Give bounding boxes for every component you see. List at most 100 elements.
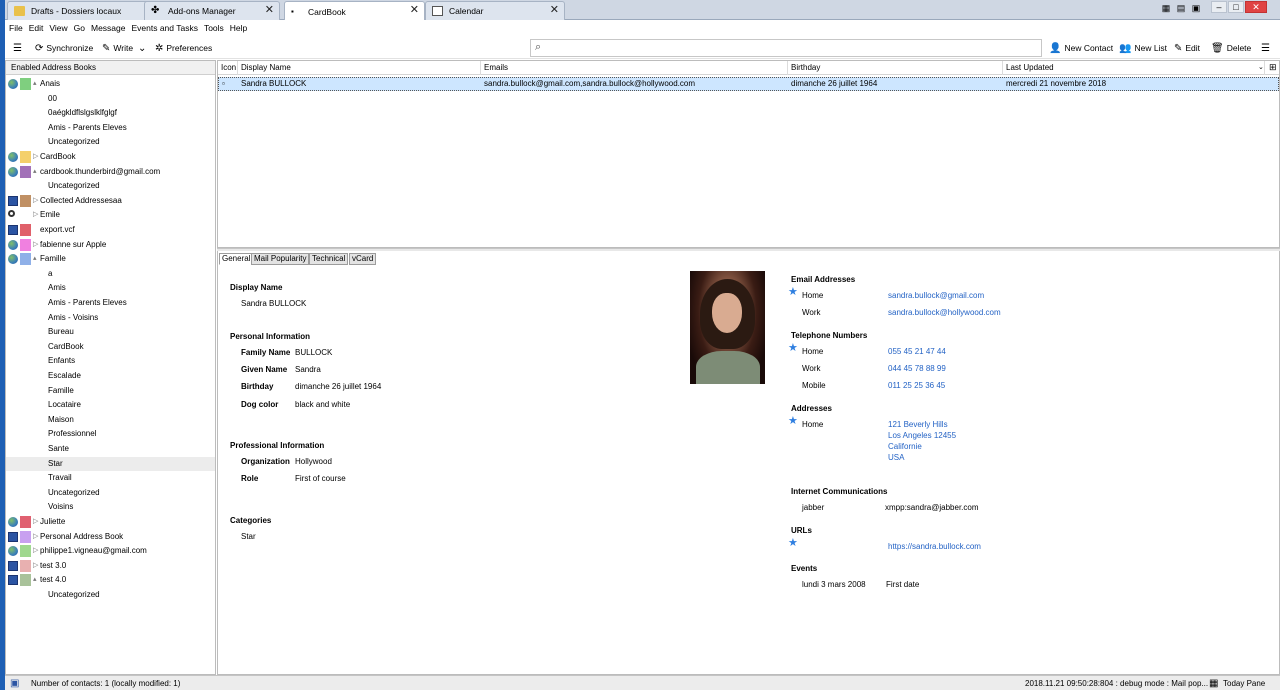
address-book-item[interactable]: ▷ test 3.0 bbox=[6, 559, 215, 573]
menu-events-tasks[interactable]: Events and Tasks bbox=[131, 23, 197, 33]
address-book-item[interactable]: ▷ Personal Address Book bbox=[6, 530, 215, 544]
address-book-item[interactable]: ▷ Emile bbox=[6, 208, 215, 222]
phone-mobile-link[interactable]: 011 25 25 36 45 bbox=[888, 381, 945, 390]
category-item[interactable]: Amis bbox=[6, 281, 215, 295]
close-icon[interactable]: ✕ bbox=[410, 5, 419, 16]
category-item[interactable]: Travail bbox=[6, 471, 215, 485]
delete-button[interactable]: 🗑 Delete bbox=[1211, 41, 1251, 55]
category-item[interactable]: Escalade bbox=[6, 369, 215, 383]
edit-button[interactable]: ✎ Edit bbox=[1174, 41, 1200, 55]
chat-icon[interactable]: ▣ bbox=[1190, 2, 1202, 14]
address-book-item[interactable]: ▴ Anais bbox=[6, 77, 215, 91]
column-display-name[interactable]: Display Name bbox=[238, 61, 481, 75]
search-field[interactable]: ⌕ bbox=[530, 39, 1042, 57]
category-item[interactable]: Amis - Parents Eleves bbox=[6, 296, 215, 310]
category-item[interactable]: Bureau bbox=[6, 325, 215, 339]
address-book-item[interactable]: ▷ Collected Addressesaa bbox=[6, 194, 215, 208]
category-item[interactable]: Amis - Voisins bbox=[6, 311, 215, 325]
expand-icon[interactable]: ▷ bbox=[33, 194, 38, 208]
tab-vcard[interactable]: vCard bbox=[349, 253, 377, 265]
category-item[interactable]: a bbox=[6, 267, 215, 281]
search-input[interactable] bbox=[547, 41, 1037, 55]
tab-technical[interactable]: Technical bbox=[309, 253, 349, 265]
close-window-button[interactable]: ✕ bbox=[1245, 1, 1267, 13]
column-icon[interactable]: Icon bbox=[218, 61, 238, 75]
today-pane-button[interactable]: Today Pane bbox=[1223, 676, 1265, 690]
minimize-button[interactable]: – bbox=[1211, 1, 1227, 13]
category-item[interactable]: Uncategorized bbox=[6, 486, 215, 500]
address-book-item[interactable]: ▷ fabienne sur Apple bbox=[6, 238, 215, 252]
url-link[interactable]: https://sandra.bullock.com bbox=[888, 542, 981, 551]
expand-icon[interactable]: ▷ bbox=[33, 544, 38, 558]
column-birthday[interactable]: Birthday bbox=[788, 61, 1003, 75]
column-picker-icon[interactable]: ⊞ bbox=[1269, 62, 1277, 73]
address-book-item[interactable]: ▷ Juliette bbox=[6, 515, 215, 529]
overflow-menu-button[interactable]: ☰ bbox=[1261, 41, 1273, 55]
phone-work-link[interactable]: 044 45 78 88 99 bbox=[888, 364, 946, 373]
collapse-icon[interactable]: ▴ bbox=[33, 165, 37, 179]
write-dropdown[interactable]: ⌄ bbox=[138, 41, 149, 55]
address-book-item[interactable]: ▷ CardBook bbox=[6, 150, 215, 164]
column-last-updated[interactable]: Last Updated bbox=[1003, 61, 1265, 75]
column-emails[interactable]: Emails bbox=[481, 61, 788, 75]
address-book-item[interactable]: ▴ test 4.0 bbox=[6, 573, 215, 587]
tasks-icon[interactable]: ▤ bbox=[1175, 2, 1187, 14]
address-line2[interactable]: Los Angeles 12455 bbox=[888, 431, 956, 440]
preferences-button[interactable]: ✲ Preferences bbox=[155, 41, 212, 55]
category-item[interactable]: Locataire bbox=[6, 398, 215, 412]
collapse-icon[interactable]: ▴ bbox=[33, 77, 37, 91]
category-item[interactable]: Sante bbox=[6, 442, 215, 456]
expand-icon[interactable]: ▷ bbox=[33, 530, 38, 544]
category-item[interactable]: Amis - Parents Eleves bbox=[6, 121, 215, 135]
close-icon[interactable]: ✕ bbox=[550, 5, 559, 16]
email-home-link[interactable]: sandra.bullock@gmail.com bbox=[888, 291, 984, 300]
category-item[interactable]: Uncategorized bbox=[6, 179, 215, 193]
expand-icon[interactable]: ▷ bbox=[33, 515, 38, 529]
app-menu-button[interactable]: ☰ bbox=[13, 41, 25, 55]
category-item[interactable]: Enfants bbox=[6, 354, 215, 368]
collapse-icon[interactable]: ▴ bbox=[33, 252, 37, 266]
menu-view[interactable]: View bbox=[49, 23, 67, 33]
calendar-icon[interactable]: ▦ bbox=[1160, 2, 1172, 14]
address-line3[interactable]: Californie bbox=[888, 442, 922, 451]
address-books-header[interactable]: Enabled Address Books bbox=[6, 61, 215, 75]
new-contact-button[interactable]: 👤 New Contact bbox=[1049, 41, 1113, 55]
category-item[interactable]: Uncategorized bbox=[6, 135, 215, 149]
close-icon[interactable]: ✕ bbox=[265, 5, 274, 16]
category-item[interactable]: Uncategorized bbox=[6, 588, 215, 602]
tab-mail-popularity[interactable]: Mail Popularity bbox=[251, 253, 310, 265]
category-item[interactable]: 0aégkldflslgslklfglgf bbox=[6, 106, 215, 120]
collapse-icon[interactable]: ▴ bbox=[33, 573, 37, 587]
menu-file[interactable]: File bbox=[9, 23, 23, 33]
category-item[interactable]: Star bbox=[6, 456, 215, 471]
category-item[interactable]: Voisins bbox=[6, 500, 215, 514]
category-item[interactable]: 00 bbox=[6, 92, 215, 106]
menu-message[interactable]: Message bbox=[91, 23, 126, 33]
synchronize-button[interactable]: ⟳ Synchronize bbox=[35, 41, 93, 55]
tab-general[interactable]: General bbox=[219, 253, 254, 265]
address-book-item[interactable]: ▴ cardbook.thunderbird@gmail.com bbox=[6, 165, 215, 179]
address-line1[interactable]: 121 Beverly Hills bbox=[888, 420, 948, 429]
menu-tools[interactable]: Tools bbox=[204, 23, 224, 33]
category-item[interactable]: Famille bbox=[6, 384, 215, 398]
expand-icon[interactable]: ▷ bbox=[33, 150, 38, 164]
phone-home-link[interactable]: 055 45 21 47 44 bbox=[888, 347, 946, 356]
offline-status-icon[interactable]: ▣ bbox=[10, 676, 19, 690]
address-line4[interactable]: USA bbox=[888, 453, 904, 462]
address-book-item[interactable]: ▷ philippe1.vigneau@gmail.com bbox=[6, 544, 215, 558]
expand-icon[interactable]: ▷ bbox=[33, 238, 38, 252]
expand-icon[interactable]: ▷ bbox=[33, 208, 38, 222]
expand-icon[interactable]: ▷ bbox=[33, 559, 38, 573]
menu-go[interactable]: Go bbox=[74, 23, 85, 33]
category-item[interactable]: Maison bbox=[6, 413, 215, 427]
email-work-link[interactable]: sandra.bullock@hollywood.com bbox=[888, 308, 1001, 317]
write-button[interactable]: ✎ Write bbox=[102, 41, 133, 55]
category-item[interactable]: CardBook bbox=[6, 340, 215, 354]
tab-cardbook[interactable]: ▪ CardBook ✕ bbox=[284, 1, 425, 21]
category-item[interactable]: Professionnel bbox=[6, 427, 215, 441]
tab-addons[interactable]: ✤ Add-ons Manager ✕ bbox=[144, 1, 280, 20]
address-book-item[interactable]: export.vcf bbox=[6, 223, 215, 237]
new-list-button[interactable]: 👥 New List bbox=[1119, 41, 1167, 55]
menu-edit[interactable]: Edit bbox=[29, 23, 44, 33]
menu-help[interactable]: Help bbox=[230, 23, 247, 33]
